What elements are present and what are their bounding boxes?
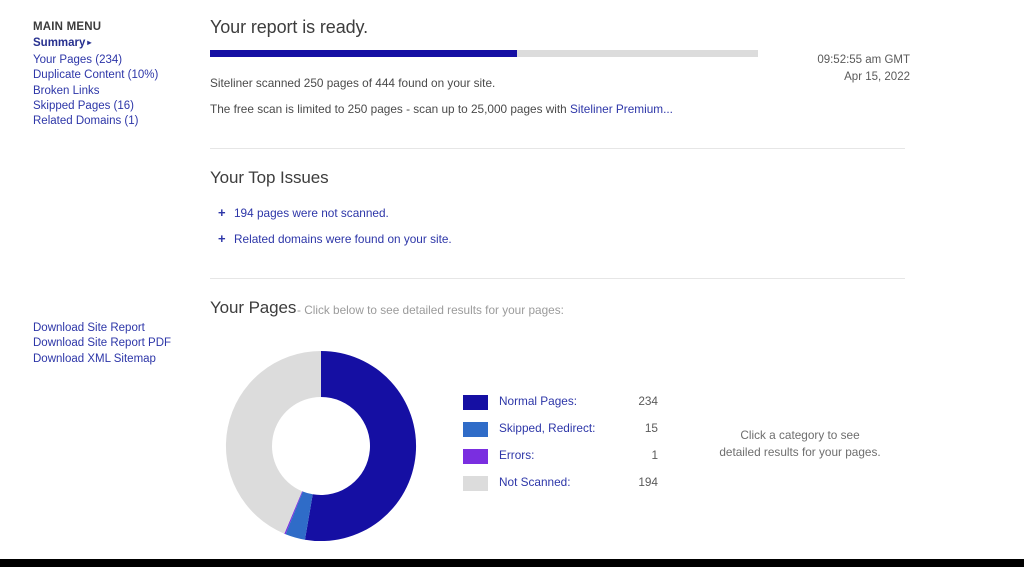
report-page: MAIN MENU Summary ▸ Your Pages (234) Dupl… bbox=[0, 0, 1024, 567]
legend-swatch bbox=[463, 422, 488, 437]
download-site-report-pdf-link[interactable]: Download Site Report PDF bbox=[33, 336, 213, 351]
legend-item-not-scanned[interactable]: Not Scanned: 194 bbox=[463, 473, 683, 500]
legend-value: 1 bbox=[651, 448, 658, 462]
page-title: Your report is ready. bbox=[210, 17, 368, 37]
top-issues-heading: Your Top Issues bbox=[210, 168, 329, 187]
pages-donut-chart[interactable] bbox=[223, 348, 419, 544]
window-bottom-chrome bbox=[0, 559, 1024, 567]
legend-item-normal-pages[interactable]: Normal Pages: 234 bbox=[463, 392, 683, 419]
issue-item-label: 194 pages were not scanned. bbox=[234, 206, 389, 220]
report-timestamp: 09:52:55 am GMT Apr 15, 2022 bbox=[730, 52, 910, 86]
your-pages-subtitle: - Click below to see detailed results fo… bbox=[297, 303, 564, 317]
report-time: 09:52:55 am GMT bbox=[817, 54, 910, 66]
sidebar-item-summary[interactable]: Summary ▸ bbox=[33, 37, 91, 49]
legend-item-errors[interactable]: Errors: 1 bbox=[463, 446, 683, 473]
sidebar-item-broken-links[interactable]: Broken Links bbox=[33, 84, 203, 99]
legend-value: 234 bbox=[638, 394, 658, 408]
legend-label: Not Scanned: bbox=[499, 475, 571, 489]
legend-value: 194 bbox=[638, 475, 658, 489]
download-xml-sitemap-link[interactable]: Download XML Sitemap bbox=[33, 352, 213, 367]
chart-hint-line-2: detailed results for your pages. bbox=[719, 445, 881, 459]
chart-hint-line-1: Click a category to see bbox=[740, 428, 860, 442]
sidebar-item-duplicate-content[interactable]: Duplicate Content (10%) bbox=[33, 68, 203, 83]
download-site-report-link[interactable]: Download Site Report bbox=[33, 321, 213, 336]
main-content: Your report is ready. 09:52:55 am GMT Ap… bbox=[200, 0, 1024, 559]
legend-label: Normal Pages: bbox=[499, 394, 578, 408]
your-pages-heading: Your Pages bbox=[210, 298, 297, 317]
main-menu-heading: MAIN MENU bbox=[33, 21, 102, 33]
chart-legend: Normal Pages: 234 Skipped, Redirect: 15 … bbox=[463, 392, 683, 500]
donut-slice[interactable] bbox=[304, 350, 417, 542]
scan-limit-text: The free scan is limited to 250 pages - … bbox=[210, 102, 673, 116]
legend-swatch bbox=[463, 395, 488, 410]
scan-summary-text: Siteliner scanned 250 pages of 444 found… bbox=[210, 76, 496, 90]
pages-chart-area: Normal Pages: 234 Skipped, Redirect: 15 … bbox=[210, 335, 920, 559]
legend-value: 15 bbox=[644, 421, 658, 435]
scan-limit-label: The free scan is limited to 250 pages - … bbox=[210, 102, 571, 116]
issue-item-not-scanned[interactable]: +194 pages were not scanned. bbox=[218, 205, 389, 220]
sidebar-item-your-pages[interactable]: Your Pages (234) bbox=[33, 53, 203, 68]
legend-label: Skipped, Redirect: bbox=[499, 421, 596, 435]
chart-hint-text: Click a category to see detailed results… bbox=[680, 427, 920, 461]
scan-progress-bar bbox=[210, 50, 758, 57]
legend-swatch bbox=[463, 476, 488, 491]
caret-right-icon: ▸ bbox=[87, 38, 92, 47]
issue-item-label: Related domains were found on your site. bbox=[234, 232, 452, 246]
report-date: Apr 15, 2022 bbox=[844, 71, 910, 83]
legend-item-skipped-redirect[interactable]: Skipped, Redirect: 15 bbox=[463, 419, 683, 446]
scan-progress-fill bbox=[210, 50, 517, 57]
sidebar-download-list: Download Site Report Download Site Repor… bbox=[33, 321, 213, 367]
legend-label: Errors: bbox=[499, 448, 535, 462]
sidebar-menu-list: Your Pages (234) Duplicate Content (10%)… bbox=[33, 53, 203, 129]
sidebar-item-skipped-pages[interactable]: Skipped Pages (16) bbox=[33, 99, 203, 114]
sidebar-item-related-domains[interactable]: Related Domains (1) bbox=[33, 114, 203, 129]
siteliner-premium-link[interactable]: Siteliner Premium... bbox=[570, 102, 673, 116]
expand-icon: + bbox=[218, 231, 226, 246]
sidebar: MAIN MENU Summary ▸ Your Pages (234) Dupl… bbox=[0, 0, 200, 559]
sidebar-item-summary-label: Summary bbox=[33, 37, 86, 49]
divider-top bbox=[210, 148, 905, 149]
legend-swatch bbox=[463, 449, 488, 464]
issue-item-related-domains[interactable]: + Related domains were found on your site… bbox=[218, 231, 452, 246]
divider-middle bbox=[210, 278, 905, 279]
expand-icon: + bbox=[218, 205, 226, 220]
